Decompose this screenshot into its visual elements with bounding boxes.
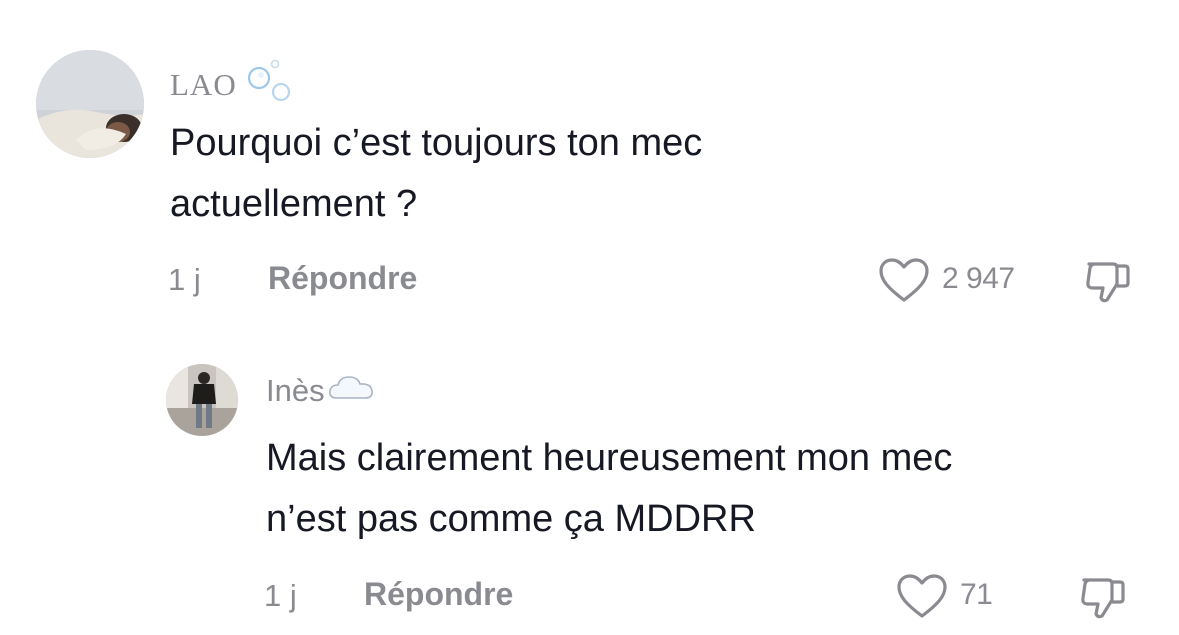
comment-time: 1 j xyxy=(264,578,297,613)
username[interactable]: Inès xyxy=(266,372,375,410)
comment-time: 1 j xyxy=(168,262,201,297)
username[interactable]: LAO xyxy=(170,58,293,112)
comment-text-line: actuellement ? xyxy=(170,183,418,225)
bubbles-icon xyxy=(245,58,293,112)
comment-text-line: Pourquoi c’est toujours ton mec xyxy=(170,122,703,164)
username-label[interactable]: LAO xyxy=(170,67,237,103)
avatar-photo xyxy=(36,50,144,158)
avatar[interactable] xyxy=(166,364,238,436)
cloud-icon xyxy=(327,372,375,410)
avatar[interactable] xyxy=(36,50,144,158)
dislike-icon[interactable] xyxy=(1078,572,1128,622)
reply-button[interactable]: Répondre xyxy=(268,260,417,297)
avatar-photo xyxy=(166,364,238,436)
dislike-icon[interactable] xyxy=(1083,256,1133,306)
reply-button[interactable]: Répondre xyxy=(364,576,513,613)
comment-text: Mais clairement heureusement mon mec n’e… xyxy=(266,428,952,550)
comment-text: Pourquoi c’est toujours ton mec actuelle… xyxy=(170,113,702,235)
heart-icon[interactable] xyxy=(878,258,930,304)
comment-text-line: Mais clairement heureusement mon mec xyxy=(266,437,953,479)
comment-item: LAO Pourquoi c’est toujours ton mec actu… xyxy=(0,0,1179,320)
comment-text-line: n’est pas comme ça MDDRR xyxy=(266,498,756,540)
comment-item: Inès Mais clairement heureusement mon me… xyxy=(0,340,1179,635)
like-count: 2 947 xyxy=(942,262,1015,295)
heart-icon[interactable] xyxy=(896,574,948,620)
username-label[interactable]: Inès xyxy=(266,373,325,409)
like-count: 71 xyxy=(960,578,993,611)
